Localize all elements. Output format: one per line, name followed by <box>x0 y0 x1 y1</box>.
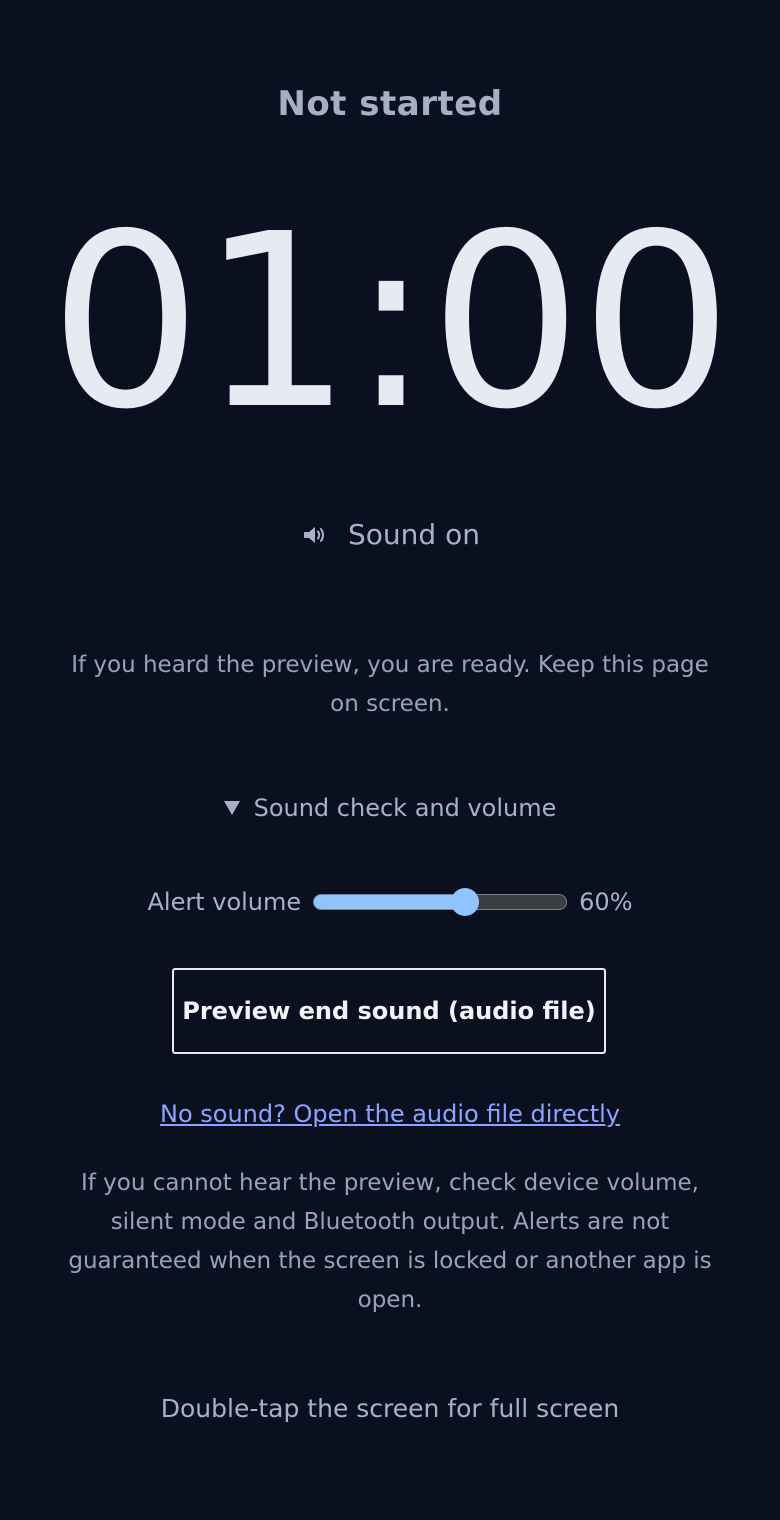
sound-toggle-label: Sound on <box>348 518 480 551</box>
countdown-display: 01:00 <box>49 182 733 462</box>
sound-check-summary[interactable]: Sound check and volume <box>0 794 780 822</box>
timer-status: Not started <box>277 84 503 124</box>
disclosure-triangle-icon <box>223 801 240 815</box>
sound-check-summary-label: Sound check and volume <box>253 794 557 822</box>
sound-help-note: If you cannot hear the preview, check de… <box>68 1170 712 1313</box>
speaker-icon <box>300 520 330 550</box>
volume-value: 60% <box>579 888 633 916</box>
volume-row: Alert volume 60% <box>0 884 780 920</box>
volume-slider-thumb[interactable] <box>451 888 480 916</box>
volume-slider-fill <box>314 895 466 909</box>
volume-label: Alert volume <box>147 888 302 916</box>
ready-note: If you heard the preview, you are ready.… <box>71 652 709 717</box>
fullscreen-hint: Double-tap the screen for full screen <box>160 1394 620 1423</box>
volume-slider[interactable] <box>313 884 568 920</box>
open-audio-file-link[interactable]: No sound? Open the audio file directly <box>0 1100 780 1128</box>
sound-toggle-button[interactable]: Sound on <box>0 518 780 551</box>
preview-sound-button[interactable]: Preview end sound (audio file) <box>172 968 606 1054</box>
timer-page: Not started 01:00 Sound on If you heard … <box>0 0 780 1520</box>
